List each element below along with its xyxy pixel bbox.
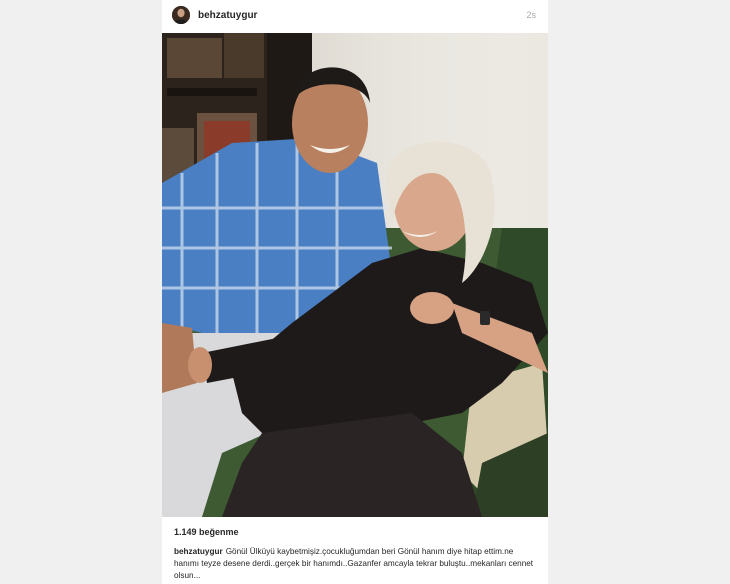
post-caption: behzatuygur Gönül Ülküyü kaybetmişiz.çocu… [174, 546, 536, 582]
post-header: behzatuygur 2s [162, 0, 548, 30]
likes-count[interactable]: 1.149 beğenme [174, 527, 536, 537]
caption-text: Gönül Ülküyü kaybetmişiz.çocukluğumdan b… [174, 547, 534, 580]
caption-username[interactable]: behzatuygur [174, 547, 223, 556]
instagram-post: behzatuygur 2s 1.149 beğenme behzatuygur… [162, 0, 548, 584]
avatar[interactable] [172, 6, 190, 24]
post-photo[interactable] [162, 33, 548, 517]
username[interactable]: behzatuygur [198, 10, 257, 21]
post-timestamp[interactable]: 2s [526, 10, 536, 20]
post-footer: 1.149 beğenme behzatuygur Gönül Ülküyü ka… [162, 517, 548, 584]
